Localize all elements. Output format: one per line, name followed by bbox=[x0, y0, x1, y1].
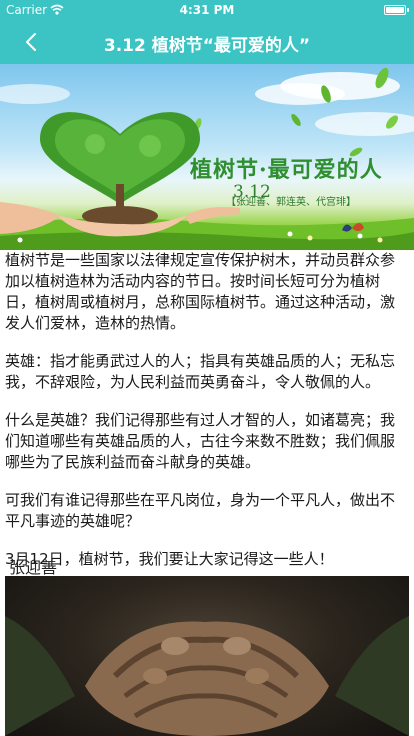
article-body: 植树节是一些国家以法律规定宣传保护树木，并动员群众参加以植树造林为活动内容的节日… bbox=[5, 250, 409, 587]
banner-slogan: 植树节·最可爱的人 bbox=[190, 157, 383, 183]
hands-photo bbox=[5, 576, 409, 736]
battery-icon bbox=[384, 5, 409, 15]
banner-credits: 【张迎善、郭连英、代宫琲】 bbox=[226, 197, 356, 208]
status-time: 4:31 PM bbox=[179, 3, 235, 17]
navigation-bar: 3.12 植树节“最可爱的人” bbox=[0, 20, 414, 64]
hands-illustration bbox=[5, 616, 409, 736]
article-paragraph: 3月12日，植树节，我们要让大家记得这一些人！ bbox=[5, 550, 334, 568]
status-bar: Carrier 4:31 PM bbox=[0, 0, 414, 20]
article-paragraph: 英雄：指才能勇武过人的人；指具有英雄品质的人；无私忘我，不辞艰险，为人民利益而英… bbox=[5, 352, 396, 391]
article-paragraph: 植树节是一些国家以法律规定宣传保护树木，并动员群众参加以植树造林为活动内容的节日… bbox=[5, 251, 396, 332]
article-paragraph: 可我们有谁记得那些在平凡岗位，身为一个平凡人，做出不平凡事迹的英雄呢？ bbox=[5, 491, 396, 530]
article-paragraph: 什么是英雄？我们记得那些有过人才智的人，如诸葛亮；我们知道哪些有英雄品质的人，古… bbox=[5, 411, 396, 471]
hero-banner-image: 3.12 植树节·最可爱的人 【张迎善、郭连英、代宫琲】 bbox=[0, 64, 414, 250]
person-name: 张迎善 bbox=[9, 558, 58, 577]
page-title: 3.12 植树节“最可爱的人” bbox=[103, 36, 311, 56]
